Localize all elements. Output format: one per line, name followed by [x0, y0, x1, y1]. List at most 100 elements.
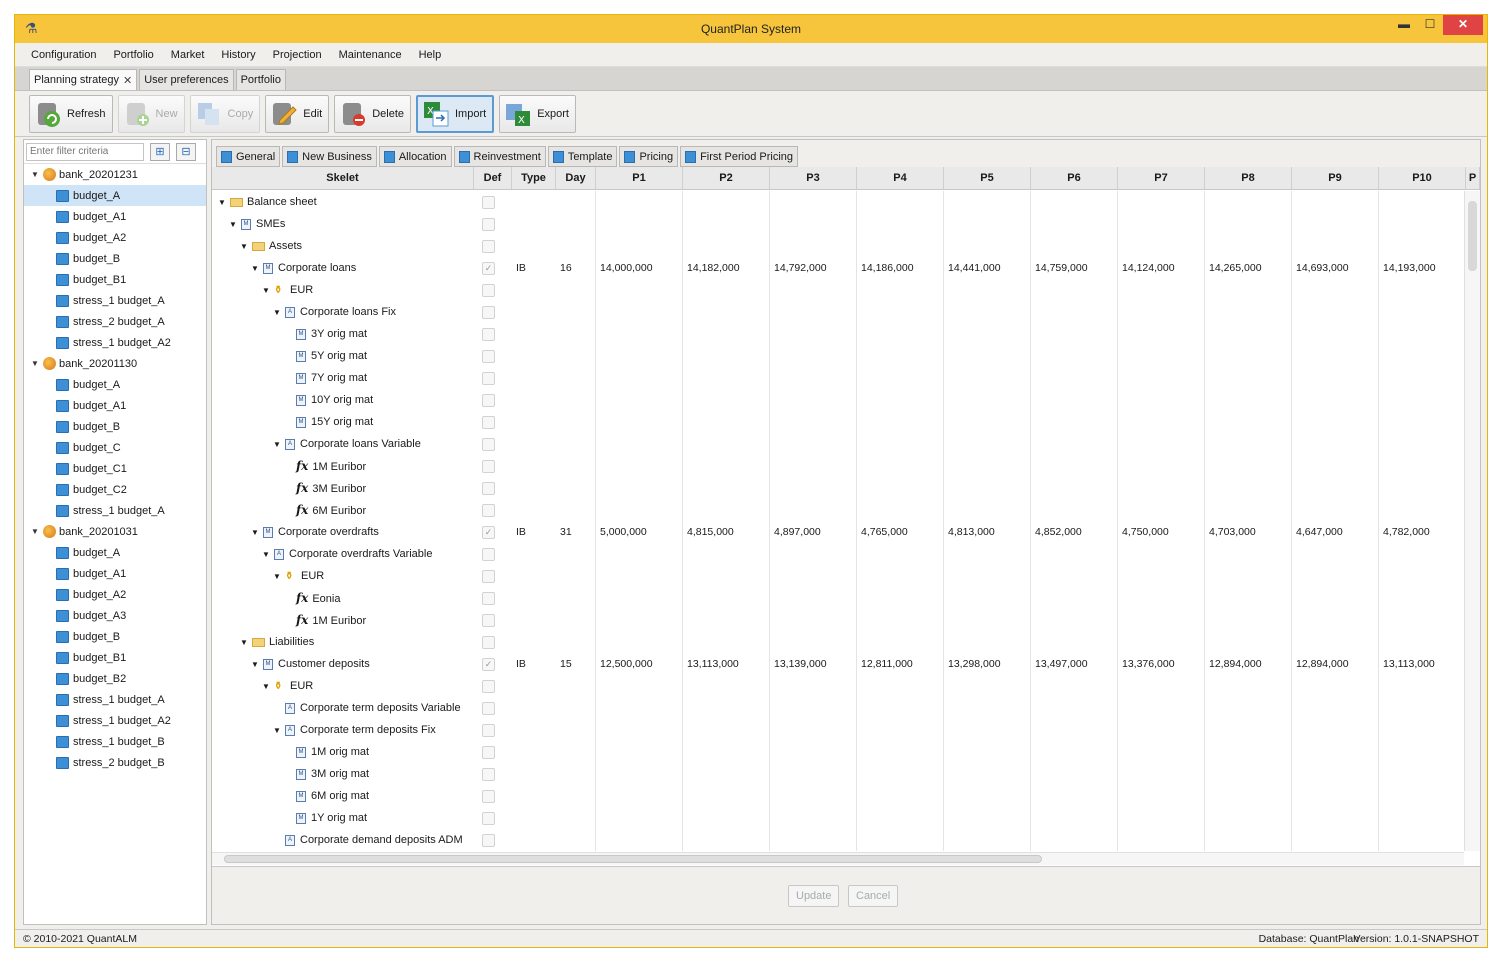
tree-strategy-item[interactable]: stress_1 budget_A2 [24, 332, 206, 353]
period-value-cell[interactable]: 12,894,000 [1205, 653, 1292, 675]
period-value-cell[interactable] [1292, 631, 1379, 653]
period-value-cell[interactable] [1118, 609, 1205, 631]
day-cell[interactable] [556, 499, 596, 521]
period-value-cell[interactable] [683, 697, 770, 719]
expand-caret-icon[interactable]: ▼ [251, 522, 263, 543]
period-value-cell[interactable] [1118, 455, 1205, 477]
type-cell[interactable] [512, 191, 556, 213]
column-header-skelet[interactable]: Skelet [212, 167, 474, 189]
period-value-cell[interactable]: 12,500,000 [596, 653, 683, 675]
period-value-cell[interactable] [1379, 741, 1464, 763]
period-value-cell[interactable] [770, 741, 857, 763]
column-header-p10[interactable]: P10 [1379, 167, 1466, 189]
expand-caret-icon[interactable]: ▼ [30, 359, 40, 368]
grid-row[interactable]: ▼ A Corporate loans Fix [212, 301, 1464, 323]
period-value-cell[interactable] [1118, 411, 1205, 433]
menu-help[interactable]: Help [419, 47, 442, 63]
period-value-cell[interactable] [944, 477, 1031, 499]
period-value-cell[interactable] [1118, 741, 1205, 763]
period-value-cell[interactable]: 13,376,000 [1118, 653, 1205, 675]
expand-caret-icon[interactable]: ▼ [218, 192, 230, 213]
period-value-cell[interactable] [1031, 411, 1118, 433]
tree-bank-node[interactable]: ▼ bank_20201130 [24, 353, 206, 374]
period-value-cell[interactable] [1031, 345, 1118, 367]
period-value-cell[interactable] [944, 213, 1031, 235]
copy-button[interactable]: Copy [189, 94, 261, 133]
tree-strategy-item[interactable]: budget_B [24, 416, 206, 437]
cancel-button[interactable]: Cancel [848, 885, 899, 907]
period-value-cell[interactable] [1379, 763, 1464, 785]
period-value-cell[interactable] [683, 543, 770, 565]
day-cell[interactable] [556, 367, 596, 389]
period-value-cell[interactable]: 14,124,000 [1118, 257, 1205, 279]
type-cell[interactable] [512, 587, 556, 609]
period-value-cell[interactable] [857, 741, 944, 763]
skelet-cell[interactable]: ▼ ⚱ EUR [212, 565, 474, 587]
menu-market[interactable]: Market [171, 47, 205, 63]
def-checkbox[interactable]: ✓ [482, 657, 495, 671]
tree-strategy-item[interactable]: stress_2 budget_A [24, 311, 206, 332]
column-header-p6[interactable]: P6 [1031, 167, 1118, 189]
period-value-cell[interactable] [1292, 367, 1379, 389]
def-checkbox[interactable] [482, 569, 495, 583]
period-value-cell[interactable] [596, 433, 683, 455]
period-value-cell[interactable] [1205, 213, 1292, 235]
period-value-cell[interactable]: 14,182,000 [683, 257, 770, 279]
period-value-cell[interactable] [683, 631, 770, 653]
period-value-cell[interactable] [944, 235, 1031, 257]
period-value-cell[interactable] [1031, 697, 1118, 719]
period-value-cell[interactable] [857, 477, 944, 499]
period-value-cell[interactable] [770, 191, 857, 213]
menu-configuration[interactable]: Configuration [31, 47, 96, 63]
period-value-cell[interactable] [683, 565, 770, 587]
period-value-cell[interactable] [1205, 807, 1292, 829]
period-value-cell[interactable]: 14,186,000 [857, 257, 944, 279]
period-value-cell[interactable] [1118, 191, 1205, 213]
period-value-cell[interactable] [944, 191, 1031, 213]
grid-row[interactable]: M 6M orig mat [212, 785, 1464, 807]
day-cell[interactable] [556, 191, 596, 213]
period-value-cell[interactable] [770, 807, 857, 829]
def-checkbox[interactable] [482, 833, 495, 847]
grid-row[interactable]: ▼ ⚱ EUR [212, 675, 1464, 697]
day-cell[interactable] [556, 785, 596, 807]
period-value-cell[interactable] [857, 235, 944, 257]
tree-strategy-item[interactable]: budget_A [24, 542, 206, 563]
def-checkbox[interactable] [482, 745, 495, 759]
period-value-cell[interactable] [770, 587, 857, 609]
expand-caret-icon[interactable]: ▼ [262, 544, 274, 565]
skelet-cell[interactable]: M 3M orig mat [212, 763, 474, 785]
period-value-cell[interactable] [1379, 301, 1464, 323]
period-value-cell[interactable] [683, 301, 770, 323]
period-value-cell[interactable] [596, 279, 683, 301]
period-value-cell[interactable] [596, 235, 683, 257]
day-cell[interactable] [556, 719, 596, 741]
period-value-cell[interactable]: 4,813,000 [944, 521, 1031, 543]
period-value-cell[interactable] [1205, 609, 1292, 631]
expand-caret-icon[interactable]: ▼ [273, 566, 285, 587]
def-checkbox[interactable] [482, 393, 495, 407]
tab-new-business[interactable]: New Business [282, 146, 377, 167]
grid-row[interactable]: ▼ A Corporate loans Variable [212, 433, 1464, 455]
column-header-p7[interactable]: P7 [1118, 167, 1205, 189]
period-value-cell[interactable] [944, 741, 1031, 763]
period-value-cell[interactable] [1292, 675, 1379, 697]
period-value-cell[interactable] [596, 719, 683, 741]
period-value-cell[interactable]: 4,647,000 [1292, 521, 1379, 543]
skelet-cell[interactable]: ▼ A Corporate loans Fix [212, 301, 474, 323]
day-cell[interactable] [556, 213, 596, 235]
period-value-cell[interactable] [857, 697, 944, 719]
period-value-cell[interactable] [1205, 741, 1292, 763]
def-checkbox[interactable] [482, 327, 495, 341]
type-cell[interactable] [512, 741, 556, 763]
period-value-cell[interactable] [857, 323, 944, 345]
period-value-cell[interactable] [770, 213, 857, 235]
day-cell[interactable] [556, 741, 596, 763]
day-cell[interactable] [556, 587, 596, 609]
period-value-cell[interactable] [1118, 565, 1205, 587]
period-value-cell[interactable] [596, 213, 683, 235]
period-value-cell[interactable] [770, 785, 857, 807]
tree-strategy-item[interactable]: budget_B2 [24, 668, 206, 689]
period-value-cell[interactable] [1379, 235, 1464, 257]
day-cell[interactable] [556, 631, 596, 653]
